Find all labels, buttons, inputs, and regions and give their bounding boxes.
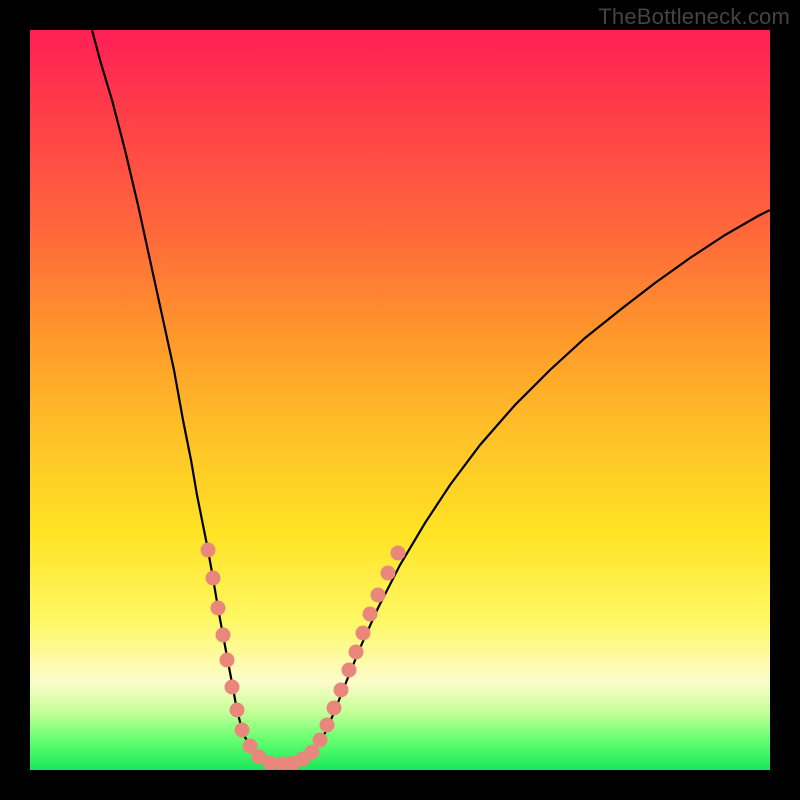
bottleneck-curve-svg: [30, 30, 770, 770]
curve-marker-dot: [230, 703, 245, 718]
curve-markers: [201, 543, 406, 771]
curve-marker-dot: [225, 680, 240, 695]
curve-marker-dot: [206, 571, 221, 586]
plot-area: [30, 30, 770, 770]
curve-marker-dot: [371, 588, 386, 603]
curve-marker-dot: [211, 601, 226, 616]
curve-marker-dot: [220, 653, 235, 668]
curve-marker-dot: [334, 683, 349, 698]
curve-marker-dot: [235, 723, 250, 738]
curve-marker-dot: [327, 701, 342, 716]
watermark-text: TheBottleneck.com: [598, 4, 790, 30]
chart-outer-frame: TheBottleneck.com: [0, 0, 800, 800]
curve-marker-dot: [216, 628, 231, 643]
curve-marker-dot: [342, 663, 357, 678]
curve-marker-dot: [349, 645, 364, 660]
curve-marker-dot: [381, 566, 396, 581]
curve-marker-dot: [356, 626, 371, 641]
curve-marker-dot: [320, 718, 335, 733]
bottleneck-curve: [92, 30, 770, 764]
curve-marker-dot: [391, 546, 406, 561]
curve-marker-dot: [313, 733, 328, 748]
curve-marker-dot: [363, 607, 378, 622]
curve-marker-dot: [201, 543, 216, 558]
